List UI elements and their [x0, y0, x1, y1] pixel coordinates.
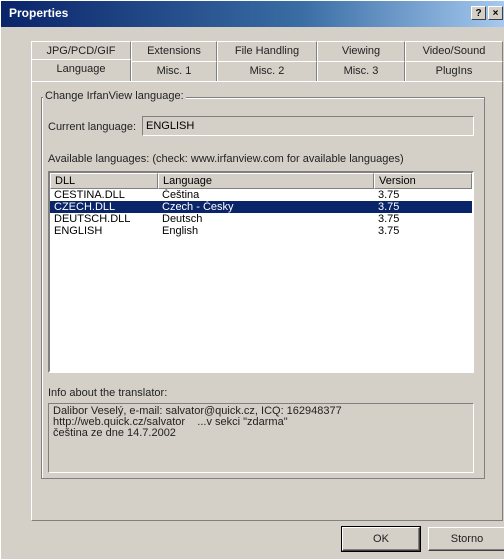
language-group-legend: Change IrfanView language:: [43, 90, 186, 102]
window-title: Properties: [9, 6, 69, 20]
list-item-selected[interactable]: CZECH.DLL Czech - Česky 3.75: [50, 201, 472, 213]
language-list[interactable]: DLL Language Version CESTINA.DLL Čeština…: [48, 171, 474, 373]
tab-row-back: JPG/PCD/GIF Extensions File Handling Vie…: [31, 41, 503, 61]
help-button[interactable]: ?: [471, 6, 486, 20]
list-item[interactable]: DEUTSCH.DLL Deutsch 3.75: [50, 213, 472, 225]
tab-misc-2[interactable]: Misc. 2: [217, 61, 317, 81]
cancel-button[interactable]: Storno: [428, 527, 504, 551]
translator-info-box: Dalibor Veselý, e-mail: salvator@quick.c…: [48, 403, 474, 473]
list-header: DLL Language Version: [50, 173, 472, 189]
current-language-label: Current language:: [48, 121, 137, 133]
properties-dialog: Properties ? × JPG/PCD/GIF Extensions Fi…: [0, 0, 504, 559]
tab-video-sound[interactable]: Video/Sound: [405, 41, 503, 61]
tab-misc-1[interactable]: Misc. 1: [131, 61, 217, 81]
column-header-language[interactable]: Language: [158, 173, 374, 189]
current-language-field: ENGLISH: [142, 116, 474, 136]
list-item[interactable]: ENGLISH English 3.75: [50, 225, 472, 237]
available-languages-label: Available languages: (check: www.irfanvi…: [48, 153, 404, 165]
tab-jpg-pcd-gif[interactable]: JPG/PCD/GIF: [31, 41, 131, 61]
ok-button[interactable]: OK: [341, 526, 421, 552]
list-item-version: 3.75: [378, 225, 400, 237]
tab-viewing[interactable]: Viewing: [317, 41, 405, 61]
list-item-dll: CZECH.DLL: [54, 201, 116, 213]
close-button[interactable]: ×: [488, 6, 503, 20]
list-item-dll: DEUTSCH.DLL: [54, 213, 131, 225]
list-item-version: 3.75: [378, 201, 400, 213]
tab-misc-3[interactable]: Misc. 3: [317, 61, 405, 81]
list-item-version: 3.75: [378, 189, 400, 201]
tab-language[interactable]: Language: [31, 59, 131, 81]
list-item-dll: CESTINA.DLL: [54, 189, 125, 201]
list-item-language: Deutsch: [162, 213, 203, 225]
translator-line: čeština ze dne 14.7.2002: [53, 427, 176, 439]
list-item-version: 3.75: [378, 213, 400, 225]
column-header-version[interactable]: Version: [374, 173, 472, 189]
title-bar: Properties ? ×: [1, 1, 504, 27]
tab-plugins[interactable]: PlugIns: [405, 61, 503, 81]
list-item-language: English: [162, 225, 199, 237]
translator-info-label: Info about the translator:: [48, 387, 168, 399]
list-item-language: Czech - Česky: [162, 201, 234, 213]
tab-row-front: Language Misc. 1 Misc. 2 Misc. 3 PlugIns: [31, 59, 503, 81]
list-item-dll: ENGLISH: [54, 225, 103, 237]
column-header-dll[interactable]: DLL: [50, 173, 158, 189]
list-item-language: Čeština: [162, 189, 200, 201]
tab-extensions[interactable]: Extensions: [131, 41, 217, 61]
list-item[interactable]: CESTINA.DLL Čeština 3.75: [50, 189, 472, 201]
tab-file-handling[interactable]: File Handling: [217, 41, 317, 61]
